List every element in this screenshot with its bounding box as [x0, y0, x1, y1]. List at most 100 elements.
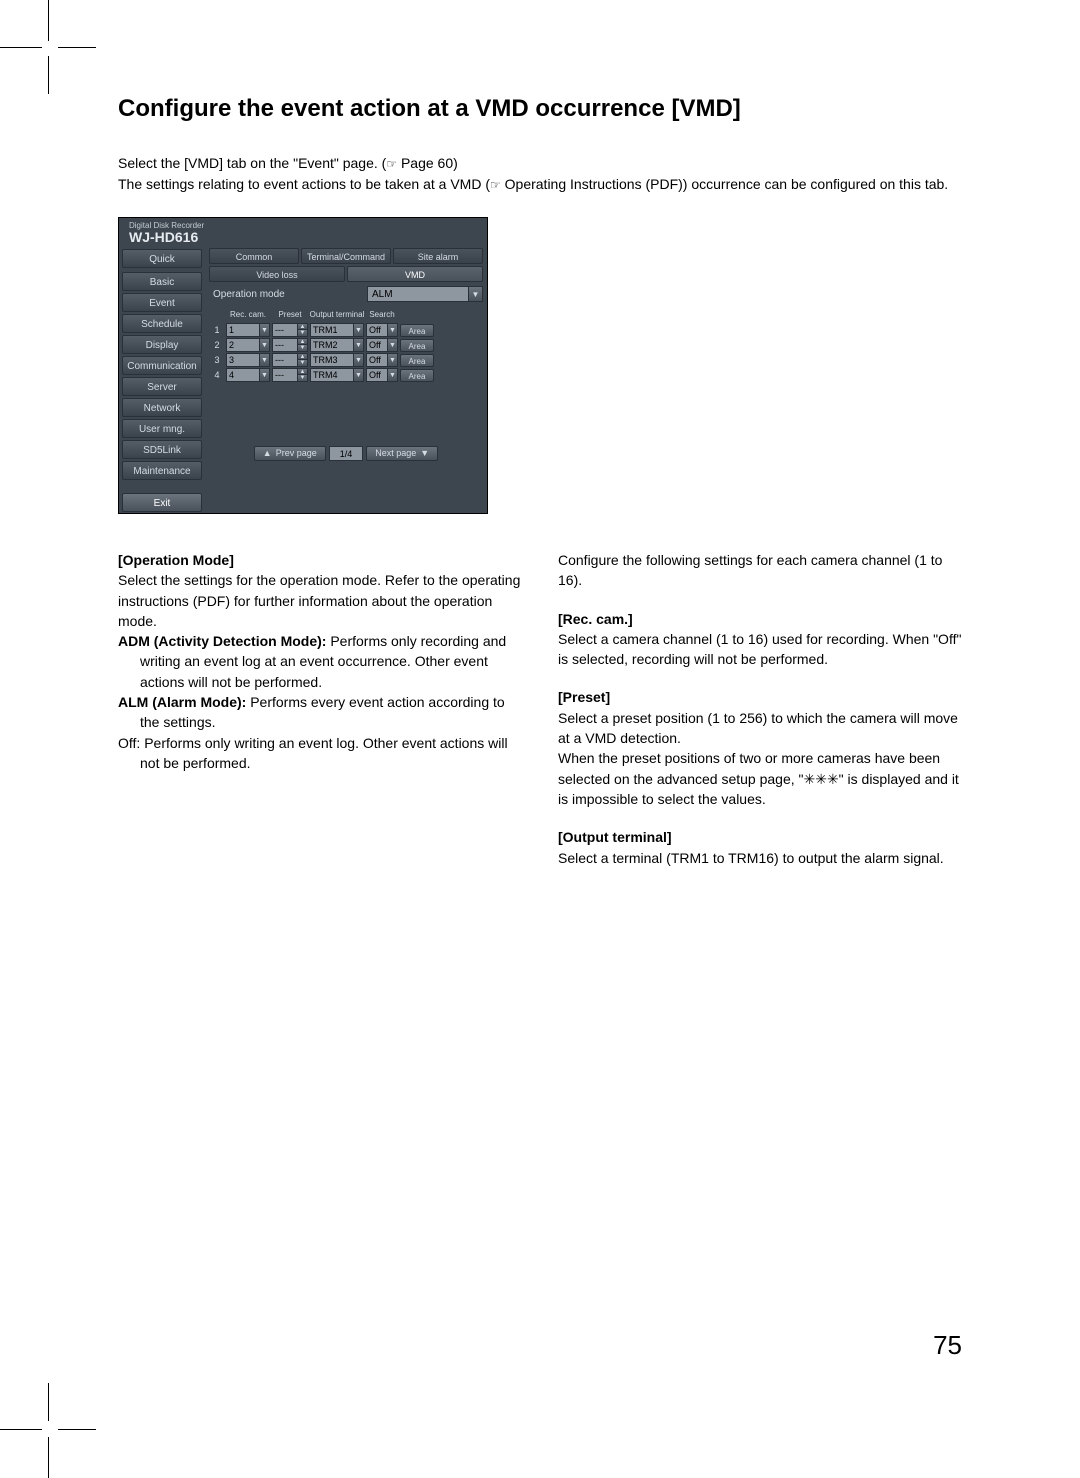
rec-cam-dropdown[interactable]: 4▼ — [226, 368, 270, 382]
tab-video-loss[interactable]: Video loss — [209, 266, 345, 282]
col-output-terminal: Output terminal — [309, 308, 365, 321]
table-row: 11▼---▲▼TRM1▼Off▼Area — [209, 323, 483, 337]
text-operation-mode: Select the settings for the operation mo… — [118, 570, 524, 631]
area-button[interactable]: Area — [400, 324, 434, 337]
sidebar-item-sd5link[interactable]: SD5Link — [122, 440, 202, 459]
prev-page-label: Prev page — [276, 446, 317, 461]
item-off-body: Performs only writing an event log. Othe… — [140, 735, 508, 771]
sidebar-item-maintenance[interactable]: Maintenance — [122, 461, 202, 480]
sidebar-item-schedule[interactable]: Schedule — [122, 314, 202, 333]
chevron-down-icon: ▼ — [259, 339, 269, 351]
area-button[interactable]: Area — [400, 339, 434, 352]
operation-mode-label: Operation mode — [209, 289, 367, 300]
rec-cam-dropdown[interactable]: 3▼ — [226, 353, 270, 367]
tab-vmd[interactable]: VMD — [347, 266, 483, 282]
intro-text: Select the [VMD] tab on the "Event" page… — [118, 155, 386, 171]
chevron-down-icon: ▼ — [259, 369, 269, 381]
search-dropdown[interactable]: Off▼ — [366, 323, 398, 337]
search-dropdown[interactable]: Off▼ — [366, 353, 398, 367]
sidebar-item-quick[interactable]: Quick — [122, 249, 202, 268]
table-row: 44▼---▲▼TRM4▼Off▼Area — [209, 368, 483, 382]
reference-icon: ☞ — [490, 176, 501, 194]
item-alm-lead: ALM (Alarm Mode): — [118, 694, 246, 710]
output-terminal-dropdown[interactable]: TRM3▼ — [310, 353, 364, 367]
text-channel-intro: Configure the following settings for eac… — [558, 550, 964, 591]
chevron-down-icon: ▼ — [468, 287, 482, 301]
table-row: 22▼---▲▼TRM2▼Off▼Area — [209, 338, 483, 352]
rec-cam-dropdown[interactable]: 2▼ — [226, 338, 270, 352]
next-page-button[interactable]: Next page ▼ — [366, 446, 438, 461]
page-number: 75 — [933, 1330, 962, 1361]
exit-button[interactable]: Exit — [122, 493, 202, 512]
table-row: 33▼---▲▼TRM3▼Off▼Area — [209, 353, 483, 367]
row-index: 4 — [209, 370, 225, 380]
sidebar: Quick Basic Event Schedule Display Commu… — [119, 248, 205, 513]
rec-cam-dropdown[interactable]: 1▼ — [226, 323, 270, 337]
device-screenshot: Digital Disk Recorder WJ-HD616 Quick Bas… — [118, 217, 488, 514]
reference-icon: ☞ — [386, 155, 397, 173]
sidebar-item-display[interactable]: Display — [122, 335, 202, 354]
search-dropdown[interactable]: Off▼ — [366, 338, 398, 352]
spinner-down-icon: ▼ — [297, 345, 307, 351]
row-index: 2 — [209, 340, 225, 350]
chevron-down-icon: ▼ — [387, 369, 397, 381]
preset-spinner[interactable]: ---▲▼ — [272, 323, 308, 337]
spinner-down-icon: ▼ — [297, 360, 307, 366]
preset-spinner[interactable]: ---▲▼ — [272, 368, 308, 382]
sidebar-item-basic[interactable]: Basic — [122, 272, 202, 291]
heading-operation-mode: [Operation Mode] — [118, 550, 524, 570]
left-column: [Operation Mode] Select the settings for… — [118, 550, 524, 868]
col-rec-cam: Rec. cam. — [225, 308, 271, 321]
tab-site-alarm[interactable]: Site alarm — [393, 248, 483, 264]
item-adm-lead: ADM (Activity Detection Mode): — [118, 633, 326, 649]
output-terminal-dropdown[interactable]: TRM4▼ — [310, 368, 364, 382]
chevron-down-icon: ▼ — [353, 369, 363, 381]
output-terminal-dropdown[interactable]: TRM1▼ — [310, 323, 364, 337]
heading-preset: [Preset] — [558, 687, 964, 707]
item-adm: ADM (Activity Detection Mode): Performs … — [118, 631, 524, 692]
chevron-down-icon: ▼ — [387, 324, 397, 336]
next-page-label: Next page — [375, 446, 416, 461]
intro-text: The settings relating to event actions t… — [118, 176, 490, 192]
page-indicator: 1/4 — [329, 446, 364, 461]
heading-output-terminal: [Output terminal] — [558, 827, 964, 847]
triangle-down-icon: ▼ — [420, 446, 429, 461]
text-preset-note: When the preset positions of two or more… — [558, 748, 964, 809]
right-column: Configure the following settings for eac… — [558, 550, 964, 868]
prev-page-button[interactable]: ▲ Prev page — [254, 446, 326, 461]
row-index: 3 — [209, 355, 225, 365]
heading-rec-cam: [Rec. cam.] — [558, 609, 964, 629]
sidebar-item-communication[interactable]: Communication — [122, 356, 202, 375]
item-off-lead: Off: — [118, 735, 140, 751]
triangle-up-icon: ▲ — [263, 446, 272, 461]
sidebar-item-server[interactable]: Server — [122, 377, 202, 396]
text-rec-cam: Select a camera channel (1 to 16) used f… — [558, 629, 964, 670]
chevron-down-icon: ▼ — [259, 354, 269, 366]
chevron-down-icon: ▼ — [387, 339, 397, 351]
operation-mode-dropdown[interactable]: ALM ▼ — [367, 286, 483, 302]
text-output-terminal: Select a terminal (TRM1 to TRM16) to out… — [558, 848, 964, 868]
area-button[interactable]: Area — [400, 369, 434, 382]
intro-text: Page 60) — [397, 155, 458, 171]
output-terminal-dropdown[interactable]: TRM2▼ — [310, 338, 364, 352]
item-alm: ALM (Alarm Mode): Performs every event a… — [118, 692, 524, 733]
item-off: Off: Performs only writing an event log.… — [118, 733, 524, 774]
area-button[interactable]: Area — [400, 354, 434, 367]
preset-spinner[interactable]: ---▲▼ — [272, 353, 308, 367]
tab-terminal-command[interactable]: Terminal/Command — [301, 248, 391, 264]
intro: Select the [VMD] tab on the "Event" page… — [118, 153, 964, 195]
sidebar-item-user-mng[interactable]: User mng. — [122, 419, 202, 438]
page-title: Configure the event action at a VMD occu… — [118, 95, 964, 123]
text-preset: Select a preset position (1 to 256) to w… — [558, 708, 964, 749]
preset-spinner[interactable]: ---▲▼ — [272, 338, 308, 352]
tab-common[interactable]: Common — [209, 248, 299, 264]
sidebar-item-network[interactable]: Network — [122, 398, 202, 417]
sidebar-item-event[interactable]: Event — [122, 293, 202, 312]
table-header: Rec. cam. Preset Output terminal Search — [209, 308, 483, 321]
chevron-down-icon: ▼ — [353, 324, 363, 336]
chevron-down-icon: ▼ — [387, 354, 397, 366]
chevron-down-icon: ▼ — [259, 324, 269, 336]
search-dropdown[interactable]: Off▼ — [366, 368, 398, 382]
col-preset: Preset — [271, 308, 309, 321]
col-search: Search — [365, 308, 399, 321]
